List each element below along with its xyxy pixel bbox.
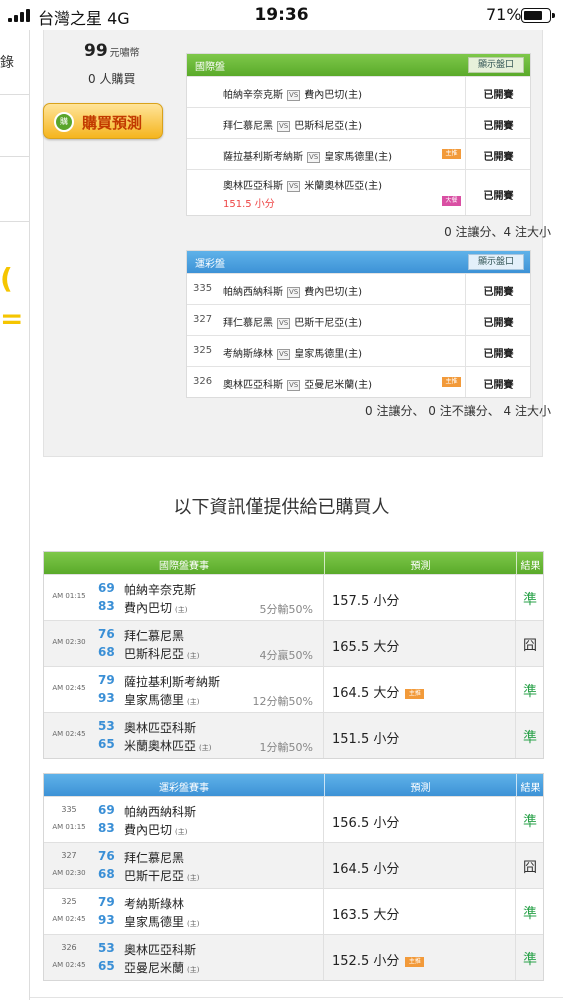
result-hit: 準 [523,592,537,608]
cart-icon: 購 [54,112,74,132]
result-hit: 準 [523,952,537,968]
result-hit: 準 [523,814,537,830]
show-odds-button[interactable]: 顯示盤口 [468,57,524,73]
sidebar-partial-glyph: ( [0,262,13,295]
battery-percent: 71% [486,5,522,24]
result-hit: 準 [523,906,537,922]
table-row: AM 02:30 76 拜仁慕尼黑 68 巴斯科尼亞 (主) 4分贏50% 165.5… [44,620,543,666]
result-hit: 準 [523,684,537,700]
lottery-summary: 0 注讓分、 0 注不讓分、 4 注大小 [365,404,551,418]
lottery-odds-table: 運彩盤 顯示盤口 335 帕納西納科斯 VS 費內巴切(主) 已開賽 327 拜仁慕尼黑… [186,250,531,398]
result-hit: 準 [523,730,537,746]
sidebar-item[interactable]: 錄 [0,30,30,95]
table-row: 拜仁慕尼黑 VS 巴斯科尼亞(主) 已開賽 [187,107,530,138]
table-row: 325 AM 02:45 79 考納斯綠林 93 皇家馬德里 (主) 163.5 大分 … [44,888,543,934]
table-title: 運彩盤 [195,259,225,270]
sidebar-item[interactable] [0,95,30,157]
status-bar: 台灣之星 4G 19:36 71% [0,0,563,30]
table-row: 327 拜仁慕尼黑 VS 巴斯干尼亞(主) 已開賽 [187,304,530,335]
price: 99 元嘯幣 [84,41,140,61]
table-row: AM 02:45 79 薩拉基利斯考納斯 93 皇家馬德里 (主) 12分輸50% 1… [44,666,543,712]
table-row: 335 AM 01:15 69 帕納西納科斯 83 費內巴切 (主) 156.5 小分 … [44,796,543,842]
table-row: 327 AM 02:30 76 拜仁慕尼黑 68 巴斯干尼亞 (主) 164.5 小分 … [44,842,543,888]
table-row: 335 帕納西納科斯 VS 費內巴切(主) 已開賽 [187,273,530,304]
featured-badge: 主推 [405,689,425,699]
table-header: 國際盤賽事 預測 結果 [44,552,543,574]
battery-icon [521,8,555,23]
lottery-results-table: 運彩盤賽事 預測 結果 335 AM 01:15 69 帕納西納科斯 83 費內巴切(… [43,773,544,981]
show-odds-button[interactable]: 顯示盤口 [468,254,524,270]
table-row: 帕納辛奈克斯 VS 費內巴切(主) 已開賽 [187,76,530,107]
sidebar-item[interactable] [0,157,30,222]
intl-summary: 0 注讓分、4 注大小 [444,225,551,239]
result-miss: 囧 [523,638,537,654]
table-row: 326 奧林匹亞科斯 VS 亞曼尼米蘭(主) 主推 已開賽 [187,366,530,397]
status-time: 19:36 [254,5,309,25]
table-row: 326 AM 02:45 53 奧林匹亞科斯 65 亞曼尼米蘭 (主) 152.5 小分… [44,934,543,980]
featured-badge: 主推 [405,957,425,967]
table-row: 奧林匹亞科斯 VS 米蘭奧林匹亞(主) 151.5 小分 大餐 已開賽 [187,169,530,215]
sidebar-partial-glyph: = [0,302,24,335]
table-title: 國際盤 [195,62,225,73]
table-row: 325 考納斯綠林 VS 皇家馬德里(主) 已開賽 [187,335,530,366]
table-row: AM 01:15 69 帕納辛奈克斯 83 費內巴切 (主) 5分輸50% 157.5… [44,574,543,620]
table-header: 運彩盤賽事 預測 結果 [44,774,543,796]
feast-badge: 大餐 [442,196,461,206]
table-row: 薩拉基利斯考納斯 VS 皇家馬德里(主) 主推 已開賽 [187,138,530,169]
table-row: AM 02:45 53 奧林匹亞科斯 65 米蘭奧林匹亞 (主) 1分輸50% 151… [44,712,543,758]
intl-results-table: 國際盤賽事 預測 結果 AM 01:15 69 帕納辛奈克斯 83 費內巴切 (主) … [43,551,544,759]
intl-odds-table: 國際盤 顯示盤口 帕納辛奈克斯 VS 費內巴切(主) 已開賽 拜仁慕尼黑 VS 巴斯科尼… [186,53,531,216]
buyer-count: 0 人購買 [88,72,136,86]
divider [30,997,563,998]
featured-badge: 主推 [442,377,461,387]
result-miss: 囧 [523,860,537,876]
buyers-only-notice: 以下資訊僅提供給已購買人 [173,497,390,518]
buy-prediction-button[interactable]: 購 購買預測 [43,103,163,139]
featured-badge: 主推 [442,149,461,159]
